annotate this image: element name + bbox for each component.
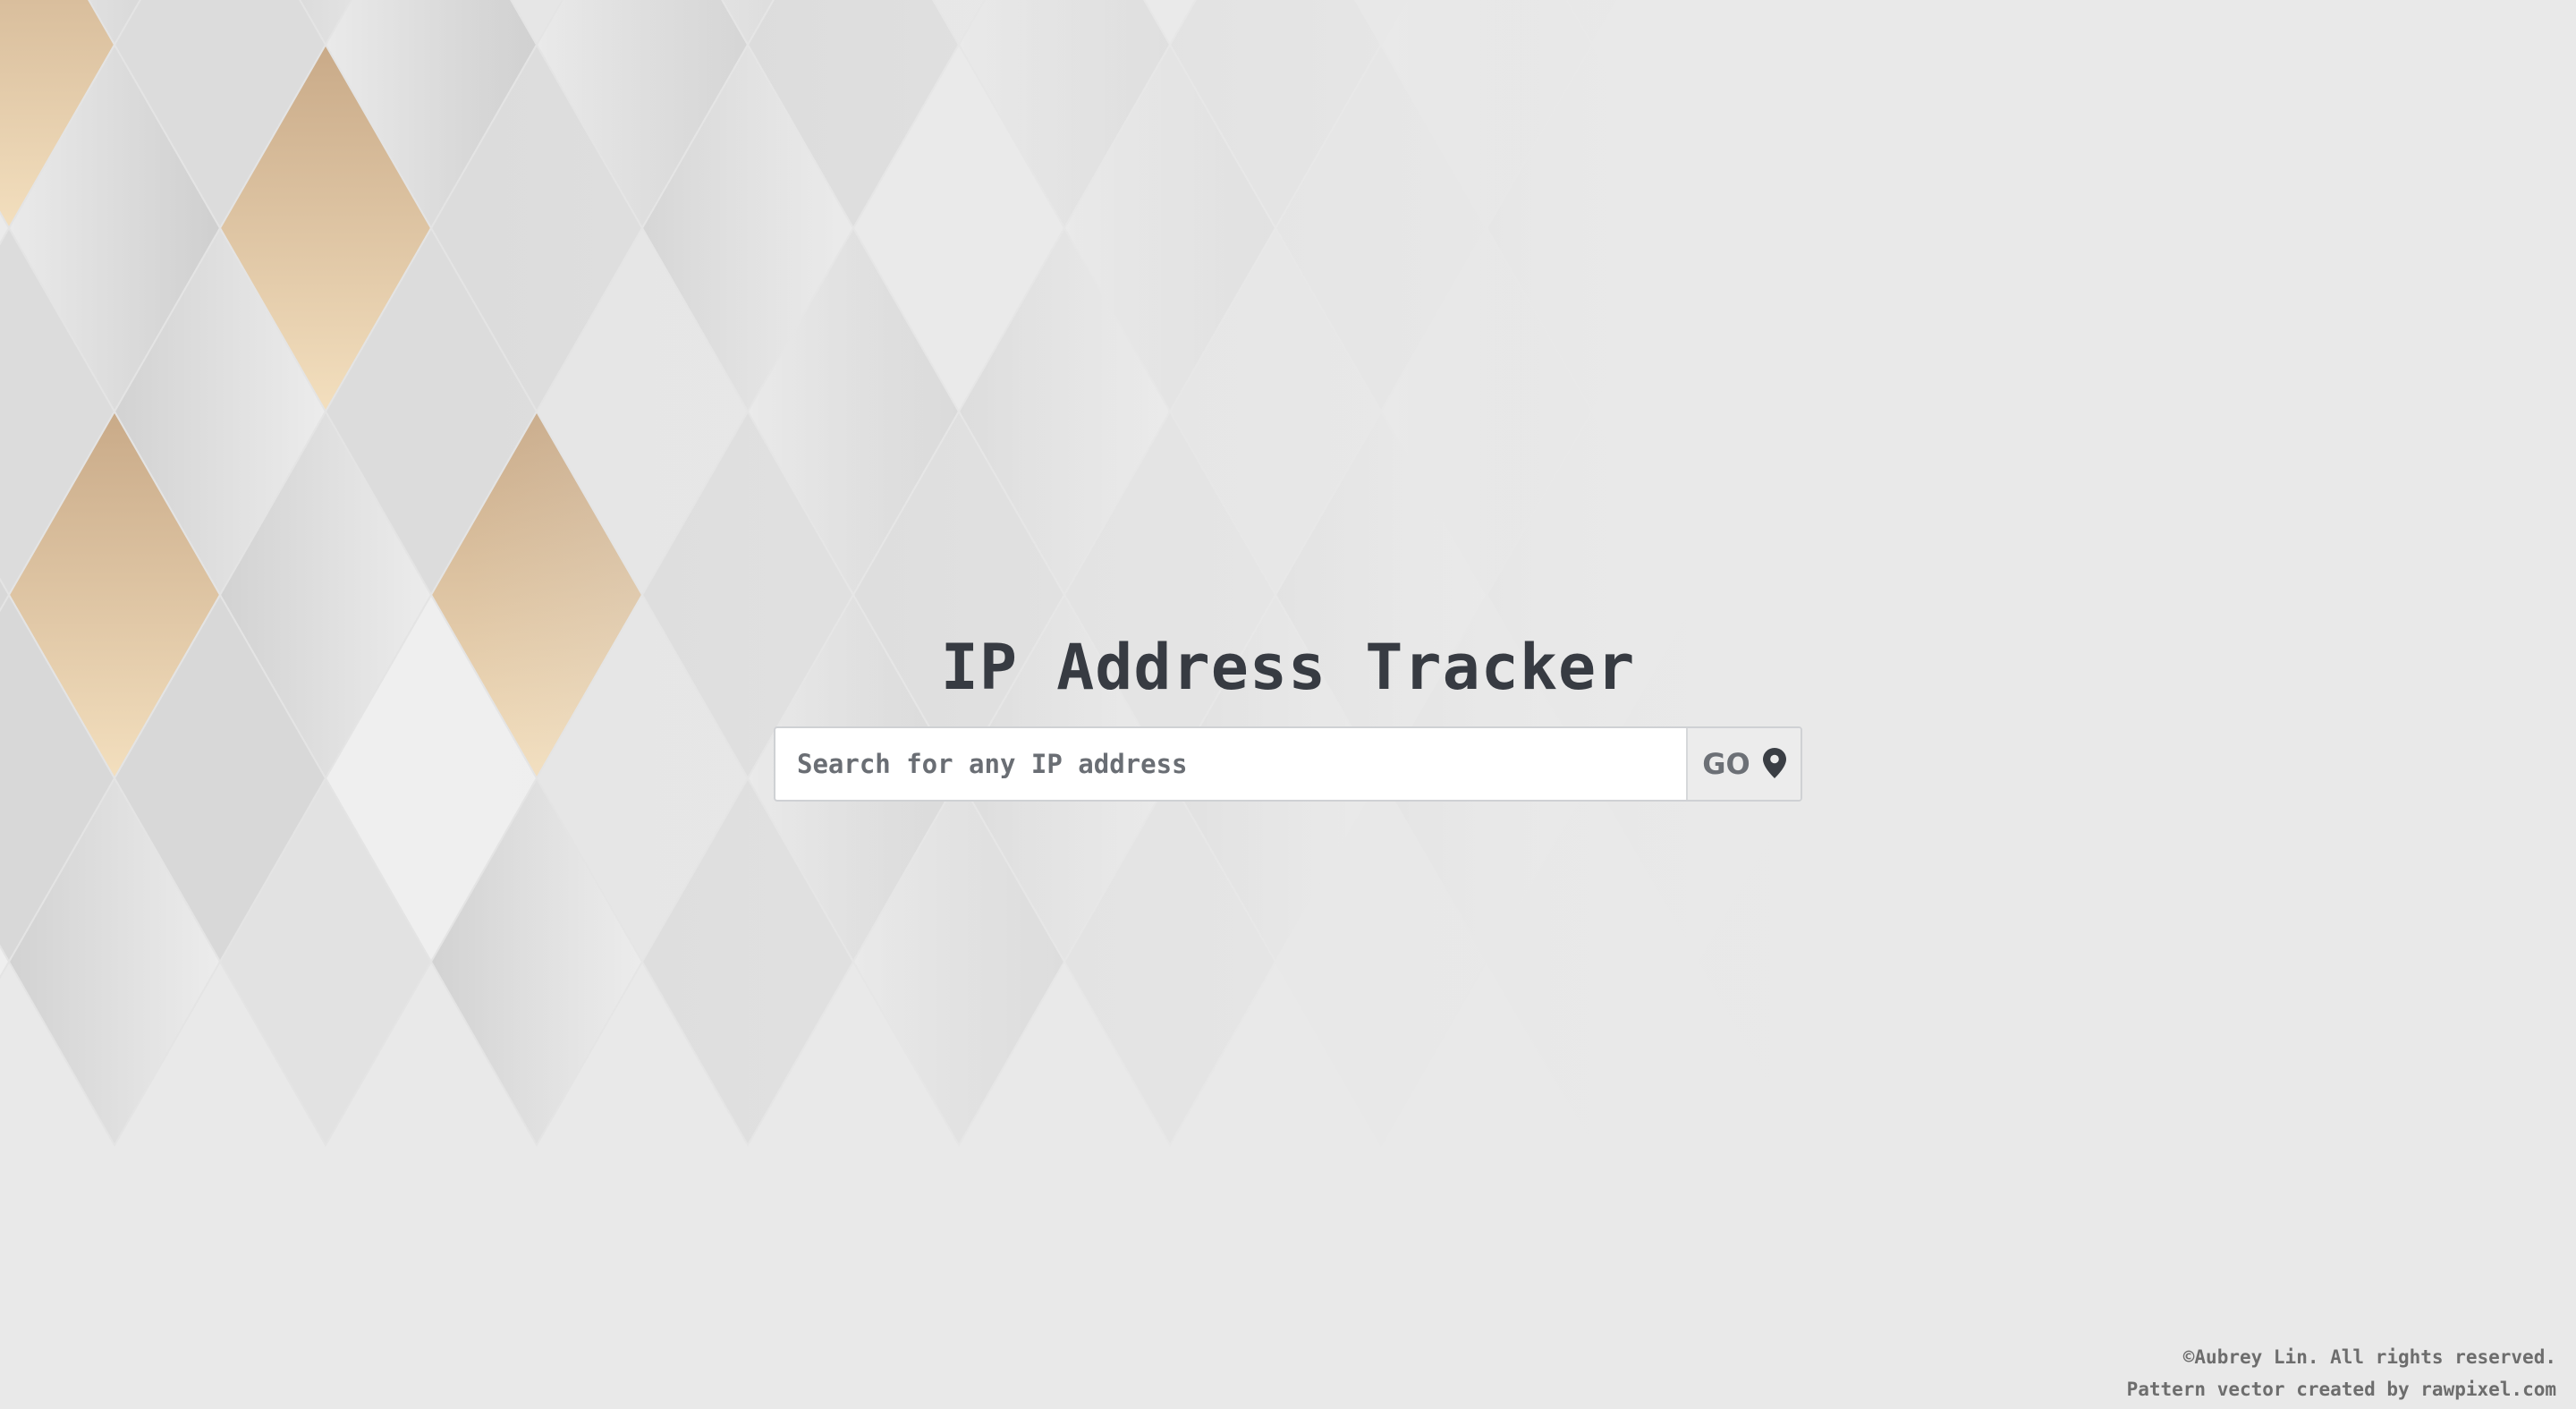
copyright-text: ©Aubrey Lin. All rights reserved.	[2182, 1346, 2556, 1368]
hero: IP Address Tracker	[0, 626, 2576, 709]
go-button[interactable]: GO	[1686, 728, 1801, 800]
map-pin-icon	[1762, 747, 1786, 781]
go-button-label: GO	[1702, 747, 1750, 781]
page-title: IP Address Tracker	[940, 631, 1636, 704]
footer: ©Aubrey Lin. All rights reserved. Patter…	[2127, 1341, 2556, 1405]
search-bar: GO	[774, 726, 1802, 802]
credit-text: Pattern vector created by rawpixel.com	[2126, 1379, 2556, 1400]
search-input[interactable]	[775, 728, 1686, 800]
